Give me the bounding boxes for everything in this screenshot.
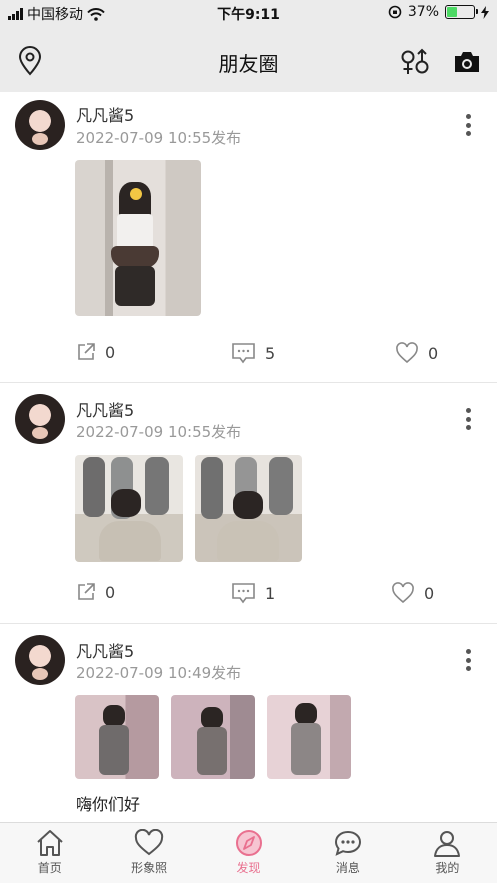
tab-label: 形象照 [131, 861, 168, 875]
comment-icon [232, 583, 255, 604]
home-icon [37, 830, 63, 856]
like-action[interactable]: 0 [391, 582, 434, 604]
post-photo[interactable] [75, 695, 159, 779]
post-photo[interactable] [75, 455, 183, 562]
post-photo[interactable] [75, 160, 201, 316]
orientation-lock-icon [388, 5, 402, 19]
comment-count: 5 [265, 343, 276, 363]
more-options-icon[interactable] [459, 649, 477, 671]
like-heart-icon [396, 342, 418, 364]
like-heart-icon [392, 582, 414, 604]
share-icon [78, 583, 95, 600]
moments-feed[interactable]: 凡凡酱5 2022-07-09 10:55发布 0 5 0 凡凡酱5 2022-… [0, 92, 497, 822]
battery-percent: 37% [407, 4, 439, 20]
share-count: 0 [105, 342, 116, 362]
chat-bubble-icon [334, 830, 361, 856]
profile-icon [434, 831, 461, 857]
comment-icon [232, 343, 255, 364]
post-card: 凡凡酱5 2022-07-09 10:55发布 0 1 0 [0, 383, 497, 624]
bottom-tab-bar: 首页 形象照 发现 消息 我的 [0, 822, 497, 883]
gender-filter-icon[interactable] [400, 48, 430, 76]
heart-icon [134, 829, 164, 856]
post-actions: 0 1 0 [0, 582, 497, 606]
tab-label: 消息 [335, 861, 360, 875]
more-options-icon[interactable] [459, 408, 477, 430]
post-text: 嗨你们好 [76, 795, 141, 814]
comment-action[interactable]: 5 [231, 342, 275, 364]
status-bar: 中国移动 下午9:11 37% [0, 0, 497, 26]
post-card: 凡凡酱5 2022-07-09 10:49发布 嗨你们好 [0, 624, 497, 822]
post-photo[interactable] [195, 455, 302, 562]
share-count: 0 [105, 582, 116, 602]
app-header: 朋友圈 [0, 26, 497, 92]
post-username[interactable]: 凡凡酱5 [76, 638, 134, 662]
post-username[interactable]: 凡凡酱5 [76, 102, 134, 126]
tab-discover[interactable]: 发现 [199, 823, 298, 883]
comment-count: 1 [265, 583, 276, 603]
tab-label: 发现 [236, 861, 261, 875]
battery-icon [445, 5, 478, 19]
tab-home[interactable]: 首页 [0, 823, 99, 883]
avatar[interactable] [15, 100, 65, 150]
tab-portrait[interactable]: 形象照 [99, 823, 198, 883]
like-count: 0 [428, 343, 439, 363]
tab-messages[interactable]: 消息 [298, 823, 397, 883]
camera-icon[interactable] [453, 50, 481, 74]
post-username[interactable]: 凡凡酱5 [76, 397, 134, 421]
share-action[interactable]: 0 [76, 582, 115, 602]
avatar[interactable] [15, 635, 65, 685]
post-actions: 0 5 0 [0, 342, 497, 366]
tab-label: 首页 [37, 861, 62, 875]
like-count: 0 [424, 583, 435, 603]
post-card: 凡凡酱5 2022-07-09 10:55发布 0 5 0 [0, 92, 497, 383]
comment-action[interactable]: 1 [231, 582, 275, 604]
post-timestamp: 2022-07-09 10:49发布 [76, 664, 242, 682]
charging-icon [481, 5, 489, 19]
like-action[interactable]: 0 [395, 342, 438, 364]
more-options-icon[interactable] [459, 114, 477, 136]
compass-icon [235, 830, 262, 856]
post-photo[interactable] [267, 695, 351, 779]
tab-profile[interactable]: 我的 [398, 823, 497, 883]
post-photo[interactable] [171, 695, 255, 779]
share-action[interactable]: 0 [76, 342, 115, 362]
avatar[interactable] [15, 394, 65, 444]
tab-label: 我的 [435, 861, 460, 875]
post-timestamp: 2022-07-09 10:55发布 [76, 129, 242, 147]
share-icon [78, 343, 95, 360]
post-timestamp: 2022-07-09 10:55发布 [76, 423, 242, 441]
